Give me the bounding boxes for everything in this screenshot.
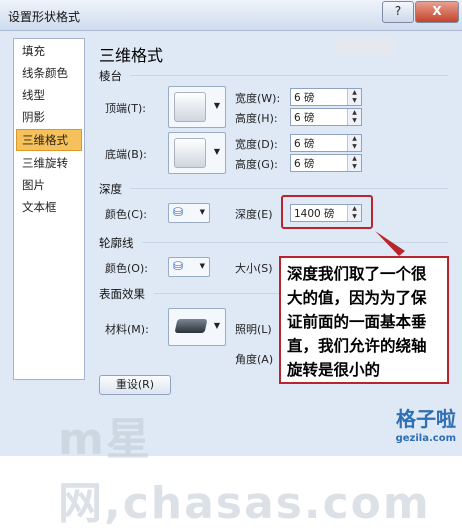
brand-logo: 格子啦 gezila.com [396,409,456,449]
format-shape-dialog: 设置形状格式 ? X 填充 线条颜色 线型 阴影 三维格式 三维旋转 图片 文本… [0,0,462,529]
callout-text: 深度我们取了一个很大的值，因为为了保证前面的一面基本垂直，我们允许的绕轴旋转是很… [287,265,427,379]
brand-name: 格子啦 [396,407,456,431]
callout-arrow [375,231,405,256]
brand-url: gezila.com [395,433,456,444]
annotation-callout: 深度我们取了一个很大的值，因为为了保证前面的一面基本垂直，我们允许的绕轴旋转是很… [279,256,449,384]
